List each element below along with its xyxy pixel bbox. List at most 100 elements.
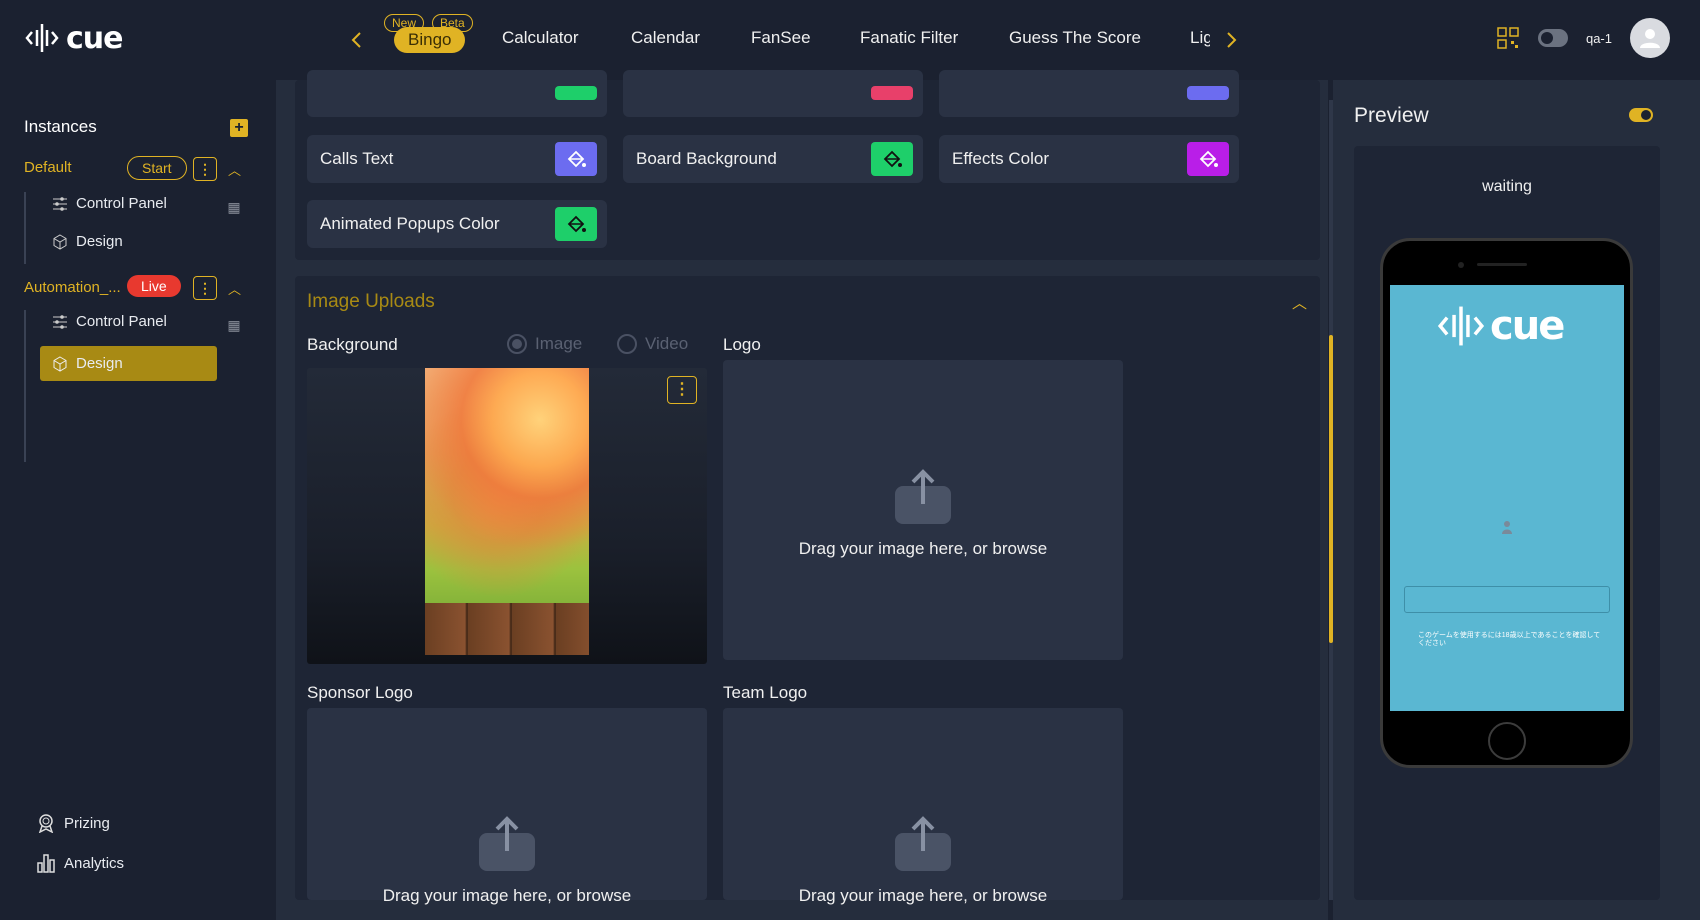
color-row-partial[interactable] bbox=[623, 70, 923, 117]
cue-waveform-icon bbox=[1437, 306, 1485, 346]
game-tabs: New Beta Bingo Calculator Calendar FanSe… bbox=[376, 0, 1210, 80]
sidebar: Instances + Default Start ⋮ ︿ Control Pa… bbox=[0, 80, 276, 920]
sidebar-item-label: Control Panel bbox=[76, 195, 167, 212]
user-icon bbox=[1640, 29, 1660, 48]
phone-logo: cue bbox=[1436, 301, 1565, 351]
chevron-up-icon[interactable]: ︿ bbox=[1292, 292, 1307, 313]
qr-code-icon[interactable] bbox=[1496, 26, 1520, 50]
tab-guess-the-score[interactable]: Guess The Score bbox=[1009, 28, 1141, 48]
phone-age-note: このゲームを使用するには18歳以上であることを確認してください bbox=[1418, 632, 1601, 647]
image-uploads-title: Image Uploads bbox=[307, 291, 435, 312]
background-label: Background bbox=[307, 335, 398, 354]
team-logo-dropzone[interactable]: Drag your image here, or browse bbox=[723, 708, 1123, 905]
sidebar-item-label: Control Panel bbox=[76, 313, 167, 330]
user-name: qa-1 bbox=[1585, 30, 1612, 46]
tab-calendar[interactable]: Calendar bbox=[631, 28, 700, 48]
drop-text: Drag your image here, or browse bbox=[798, 886, 1048, 905]
drop-text: Drag your image here, or browse bbox=[798, 539, 1048, 558]
bar-chart-icon bbox=[37, 854, 55, 873]
sidebar-item-prizing[interactable]: Prizing bbox=[36, 813, 110, 833]
logo-label: Logo bbox=[723, 335, 761, 354]
sliders-icon bbox=[53, 196, 67, 211]
collapse-icon[interactable]: ︿ bbox=[228, 160, 241, 179]
tab-fansee[interactable]: FanSee bbox=[751, 28, 811, 48]
qr-code-icon[interactable]: ▦ bbox=[223, 196, 245, 218]
background-image bbox=[425, 368, 589, 655]
color-row-partial[interactable] bbox=[939, 70, 1239, 117]
image-menu-button[interactable]: ⋮ bbox=[667, 376, 697, 404]
top-bar: cue New Beta Bingo Calculator Calendar F… bbox=[0, 0, 1700, 80]
logo-upload-dropzone[interactable]: Drag your image here, or browse bbox=[723, 360, 1123, 660]
tab-bingo[interactable]: Bingo bbox=[394, 27, 466, 53]
phone-name-input[interactable] bbox=[1404, 586, 1610, 613]
sidebar-item-label: Prizing bbox=[64, 814, 110, 832]
tree-line bbox=[24, 192, 26, 264]
radio-label: Image bbox=[535, 334, 583, 353]
tab-lig[interactable]: Lig bbox=[1190, 28, 1210, 48]
upload-icon bbox=[895, 469, 951, 524]
drop-text: Drag your image here, or browse bbox=[382, 886, 632, 905]
chevron-left-icon bbox=[351, 32, 361, 48]
tabs-prev-button[interactable] bbox=[346, 28, 366, 52]
color-row-calls-text[interactable]: Calls Text bbox=[307, 135, 607, 183]
color-swatch[interactable] bbox=[555, 86, 597, 100]
add-instance-button[interactable]: + bbox=[230, 119, 248, 137]
sliders-icon bbox=[53, 314, 67, 329]
instances-title: Instances bbox=[24, 117, 97, 136]
sidebar-item-analytics[interactable]: Analytics bbox=[36, 853, 124, 873]
tab-calculator[interactable]: Calculator bbox=[502, 28, 579, 48]
color-row-board-background[interactable]: Board Background bbox=[623, 135, 923, 183]
collapse-icon[interactable]: ︿ bbox=[228, 279, 241, 298]
tree-line bbox=[24, 310, 26, 462]
color-picker-button[interactable] bbox=[871, 142, 913, 176]
sponsor-logo-dropzone[interactable]: Drag your image here, or browse bbox=[307, 708, 707, 905]
cue-waveform-icon bbox=[25, 24, 59, 52]
radio-image[interactable]: Image bbox=[507, 334, 582, 354]
preview-title: Preview bbox=[1354, 104, 1429, 127]
color-row-effects-color[interactable]: Effects Color bbox=[939, 135, 1239, 183]
color-picker-button[interactable] bbox=[555, 142, 597, 176]
preview-toggle[interactable] bbox=[1629, 108, 1653, 122]
preview-status: waiting bbox=[1482, 178, 1532, 195]
color-label: Board Background bbox=[636, 149, 777, 168]
instance-name-default[interactable]: Default bbox=[24, 159, 72, 176]
phone-home-button bbox=[1488, 722, 1526, 760]
user-avatar[interactable] bbox=[1630, 18, 1670, 58]
tab-fanatic-filter[interactable]: Fanatic Filter bbox=[860, 28, 958, 48]
color-row-partial[interactable] bbox=[307, 70, 607, 117]
theme-toggle[interactable] bbox=[1537, 29, 1568, 47]
person-icon bbox=[1502, 521, 1512, 534]
background-preview bbox=[307, 368, 707, 664]
qr-code-icon[interactable]: ▦ bbox=[223, 314, 245, 336]
cube-icon bbox=[53, 233, 67, 250]
instance-name-automation[interactable]: Automation_... bbox=[24, 279, 121, 296]
instance-menu-button[interactable]: ⋮ bbox=[193, 276, 217, 300]
phone-camera bbox=[1458, 262, 1464, 268]
upload-icon bbox=[479, 816, 535, 871]
sponsor-logo-label: Sponsor Logo bbox=[307, 683, 413, 702]
sidebar-item-design[interactable]: Design bbox=[52, 233, 123, 250]
paint-bucket-icon bbox=[567, 215, 586, 233]
color-swatch[interactable] bbox=[871, 86, 913, 100]
paint-bucket-icon bbox=[1199, 150, 1218, 168]
tabs-next-button[interactable] bbox=[1222, 28, 1242, 52]
chevron-right-icon bbox=[1227, 32, 1237, 48]
app-logo[interactable]: cue bbox=[24, 20, 123, 56]
sidebar-item-control-panel[interactable]: Control Panel bbox=[52, 195, 167, 212]
color-picker-button[interactable] bbox=[555, 207, 597, 241]
sidebar-item-label: Design bbox=[76, 233, 123, 250]
color-picker-button[interactable] bbox=[1187, 142, 1229, 176]
radio-dot bbox=[507, 334, 527, 354]
live-badge[interactable]: Live bbox=[127, 275, 181, 297]
sidebar-item-design-active[interactable]: Design bbox=[40, 346, 217, 381]
team-logo-label: Team Logo bbox=[723, 683, 808, 702]
sidebar-item-control-panel[interactable]: Control Panel bbox=[52, 313, 167, 330]
phone-logo-text: cue bbox=[1490, 303, 1565, 349]
instance-menu-button[interactable]: ⋮ bbox=[193, 157, 217, 181]
award-icon bbox=[38, 814, 54, 833]
radio-video[interactable]: Video bbox=[617, 334, 688, 354]
start-button[interactable]: Start bbox=[127, 156, 187, 180]
color-row-animated-popups[interactable]: Animated Popups Color bbox=[307, 200, 607, 248]
top-right-controls: qa-1 bbox=[1496, 18, 1670, 58]
color-swatch[interactable] bbox=[1187, 86, 1229, 100]
